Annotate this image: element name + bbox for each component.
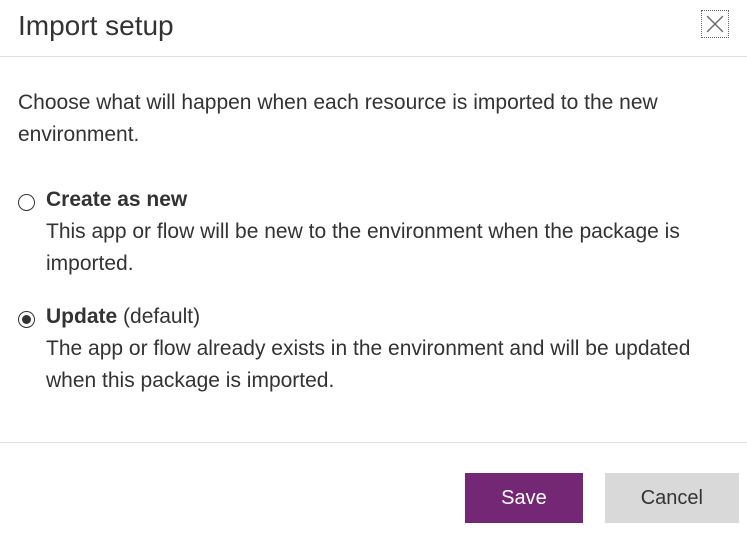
option-label-bold: Create as new	[46, 188, 187, 211]
option-label-create: Create as new	[46, 188, 729, 212]
option-update: Update (default) The app or flow already…	[18, 305, 729, 396]
option-desc-create: This app or flow will be new to the envi…	[46, 216, 729, 279]
import-setup-dialog: Import setup Choose what will happen whe…	[0, 0, 747, 525]
option-text: Create as new This app or flow will be n…	[46, 188, 729, 279]
option-text: Update (default) The app or flow already…	[46, 305, 729, 396]
radio-wrap	[18, 305, 46, 328]
close-button[interactable]	[701, 10, 729, 38]
radio-update[interactable]	[18, 311, 35, 328]
dialog-title: Import setup	[18, 10, 174, 42]
option-label-update: Update (default)	[46, 305, 729, 329]
radio-wrap	[18, 188, 46, 211]
cancel-button[interactable]: Cancel	[605, 473, 739, 523]
close-icon	[706, 15, 724, 33]
dialog-footer: Save Cancel	[0, 443, 747, 533]
option-label-bold: Update	[46, 305, 117, 328]
option-desc-update: The app or flow already exists in the en…	[46, 333, 729, 396]
radio-create-as-new[interactable]	[18, 194, 35, 211]
dialog-header: Import setup	[0, 0, 747, 57]
save-button[interactable]: Save	[465, 473, 583, 523]
option-create-as-new: Create as new This app or flow will be n…	[18, 188, 729, 279]
option-label-suffix: (default)	[117, 305, 200, 328]
dialog-content: Choose what will happen when each resour…	[0, 57, 747, 443]
instructions-text: Choose what will happen when each resour…	[18, 87, 729, 150]
